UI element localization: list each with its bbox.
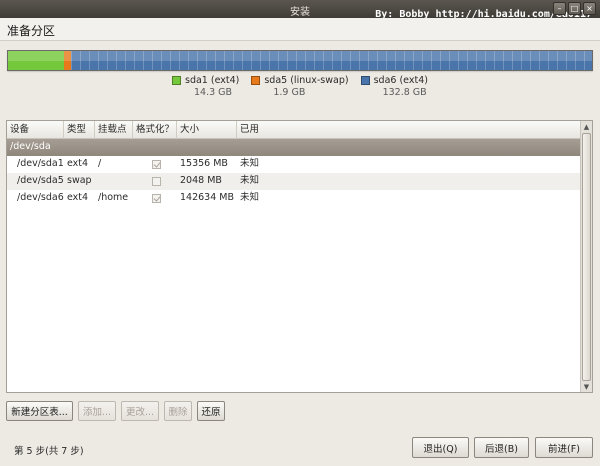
column-header-format[interactable]: 格式化？ (133, 121, 177, 139)
partition-segment-sda1 (8, 51, 64, 70)
cell-size: 15356 MB (180, 158, 228, 169)
table-row[interactable]: /dev/sda6 ext4 /home 142634 MB 未知 (7, 190, 580, 207)
cell-device: /dev/sda1 (17, 158, 64, 169)
change-partition-button[interactable]: 更改... (121, 401, 159, 421)
column-header-type[interactable]: 类型 (64, 121, 95, 139)
back-button[interactable]: 后退(B) (474, 437, 529, 458)
legend-size: 14.3 GB (194, 87, 233, 98)
scroll-up-icon[interactable]: ▲ (581, 121, 592, 132)
table-header: 设备 类型 挂载点 格式化？ 大小 已用 (7, 121, 580, 139)
legend-item-sda1: sda1 (ext4) 14.3 GB (172, 75, 239, 99)
cell-device: /dev/sda6 (17, 192, 64, 203)
column-header-size[interactable]: 大小 (177, 121, 237, 139)
legend-item-sda5: sda5 (linux-swap) 1.9 GB (251, 75, 349, 99)
step-indicator: 第 5 步(共 7 步) (14, 446, 84, 457)
scroll-down-icon[interactable]: ▼ (581, 381, 592, 392)
page-title: 准备分区 (7, 24, 56, 38)
table-row-group-sda[interactable]: /dev/sda (7, 139, 580, 156)
legend-name: sda5 (linux-swap) (264, 75, 349, 86)
cell-type: ext4 (67, 158, 89, 169)
table-row[interactable]: /dev/sda5 swap 2048 MB 未知 (7, 173, 580, 190)
table-row[interactable]: /dev/sda1 ext4 / 15356 MB 未知 (7, 156, 580, 173)
partition-usage-bar (7, 50, 593, 71)
table-scrollbar[interactable]: ▲ ▼ (580, 121, 592, 392)
legend-name: sda1 (ext4) (185, 75, 240, 86)
new-partition-table-button[interactable]: 新建分区表... (6, 401, 73, 421)
format-checkbox[interactable] (152, 177, 161, 186)
close-icon[interactable]: × (583, 2, 596, 15)
cell-mount: /home (98, 192, 129, 203)
cell-used: 未知 (240, 175, 260, 186)
format-checkbox[interactable] (152, 194, 161, 203)
partition-segment-sda6 (71, 51, 592, 70)
column-header-mount[interactable]: 挂载点 (95, 121, 133, 139)
legend-size: 132.8 GB (382, 87, 427, 98)
legend-swatch-sda1 (172, 76, 181, 85)
cell-used: 未知 (240, 192, 260, 203)
cell-size: 142634 MB (180, 192, 234, 203)
cell-type: ext4 (67, 192, 89, 203)
quit-button[interactable]: 退出(Q) (412, 437, 469, 458)
cell-mount (95, 173, 133, 190)
window-titlebar: 安装 By: Bobby http://hi.baidu.com/ea0117 … (0, 0, 600, 20)
scrollbar-thumb[interactable] (582, 133, 591, 381)
partition-legend: sda1 (ext4) 14.3 GB sda5 (linux-swap) 1.… (172, 75, 428, 99)
legend-swatch-sda6 (360, 76, 370, 85)
delete-partition-button[interactable]: 删除 (164, 401, 192, 421)
window-controls: – □ × (553, 2, 596, 15)
revert-button[interactable]: 还原 (197, 401, 225, 421)
cell-mount: / (98, 158, 102, 169)
format-checkbox[interactable] (152, 160, 161, 169)
partition-table: 设备 类型 挂载点 格式化？ 大小 已用 /dev/sda /dev/sda1 … (6, 120, 593, 393)
legend-swatch-sda5 (251, 76, 261, 85)
minimize-icon[interactable]: – (553, 2, 566, 15)
maximize-icon[interactable]: □ (568, 2, 581, 15)
cell-device: /dev/sda5 (17, 175, 64, 186)
legend-size: 1.9 GB (273, 87, 306, 98)
forward-button[interactable]: 前进(F) (535, 437, 593, 458)
cell-type: swap (67, 175, 92, 186)
page-header: 准备分区 (0, 18, 600, 41)
cell-used: 未知 (240, 158, 260, 169)
cell-format (133, 173, 177, 190)
cell-format (133, 156, 177, 173)
column-header-used[interactable]: 已用 (237, 121, 297, 139)
add-partition-button[interactable]: 添加... (78, 401, 116, 421)
table-body: /dev/sda /dev/sda1 ext4 / 15356 MB 未知 /d… (7, 139, 580, 207)
legend-name: sda6 (ext4) (373, 75, 428, 86)
partition-segment-sda5 (63, 51, 72, 70)
column-header-device[interactable]: 设备 (7, 121, 64, 139)
cell-size: 2048 MB (180, 175, 222, 186)
legend-item-sda6: sda6 (ext4) 132.8 GB (360, 75, 428, 99)
cell-format (133, 190, 177, 207)
